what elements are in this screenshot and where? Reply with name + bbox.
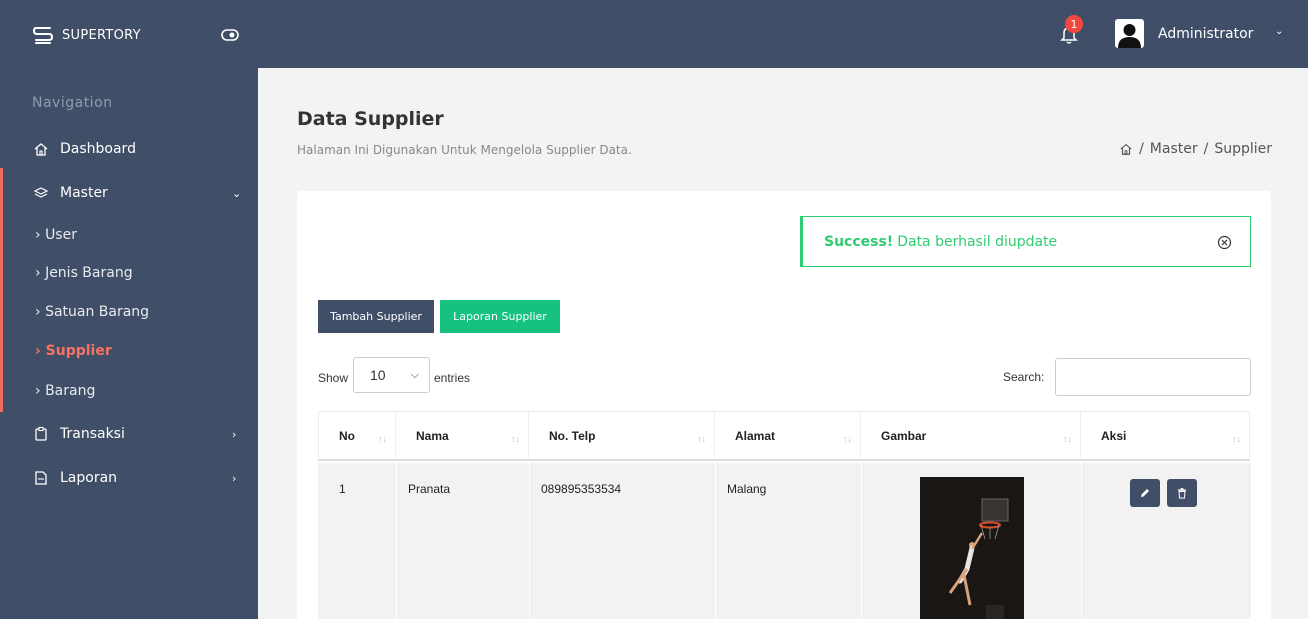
sidebar-subitem-supplier[interactable]: › Supplier: [35, 343, 112, 359]
sidebar-item-label: Dashboard: [60, 141, 136, 157]
column-header-label: Aksi: [1101, 429, 1127, 443]
cell-nama: Pranata: [408, 482, 451, 496]
column-header-label: No. Telp: [549, 429, 596, 443]
column-header-nama[interactable]: Nama ↑↓: [396, 412, 529, 461]
delete-button[interactable]: [1167, 479, 1197, 507]
nav-section-title: Navigation: [32, 95, 113, 111]
page-subtitle: Halaman Ini Digunakan Untuk Mengelola Su…: [297, 143, 632, 157]
sidebar-group-master: Master ⌄ › User › Jenis Barang › Satuan …: [0, 168, 258, 412]
avatar[interactable]: [1115, 19, 1144, 48]
file-icon: [35, 471, 47, 485]
clipboard-icon: [35, 426, 47, 441]
breadcrumb-separator: /: [1139, 141, 1144, 157]
sidebar-item-label: Transaksi: [60, 426, 125, 442]
chevron-down-icon: ⌄: [232, 186, 242, 200]
search-input[interactable]: [1055, 358, 1251, 396]
entries-label: entries: [434, 371, 471, 385]
sidebar-subitem-label: Jenis Barang: [45, 265, 133, 281]
brand-logo-icon: [32, 27, 54, 44]
chevron-right-icon: ›: [232, 471, 237, 485]
trash-icon: [1178, 488, 1186, 499]
sidebar-subitem-label: User: [45, 227, 77, 243]
basketball-photo-icon: [920, 477, 1024, 619]
edit-button[interactable]: [1130, 479, 1160, 507]
sidebar-toggle-icon[interactable]: [221, 29, 239, 41]
column-divider: [1081, 463, 1082, 619]
sidebar-item-laporan[interactable]: Laporan ›: [0, 458, 258, 498]
sidebar-subitem-barang[interactable]: › Barang: [35, 383, 95, 399]
sidebar-subitem-satuan-barang[interactable]: › Satuan Barang: [35, 304, 149, 320]
column-header-no[interactable]: No ↑↓: [319, 412, 396, 461]
alert-message: Data berhasil diupdate: [897, 233, 1058, 250]
show-label: Show: [318, 371, 349, 385]
page-title: Data Supplier: [297, 108, 444, 130]
brand-name: SUPERTORY: [62, 27, 141, 43]
sort-icon: ↑↓: [843, 434, 852, 444]
entries-select[interactable]: 10 ⌵: [353, 357, 430, 393]
entries-value: 10: [370, 367, 386, 383]
cell-alamat: Malang: [727, 482, 767, 496]
top-navbar: SUPERTORY 1 Administrator ⌄: [0, 0, 1308, 68]
breadcrumb: / Master / Supplier: [1119, 141, 1272, 157]
column-header-label: Alamat: [735, 429, 776, 443]
table-row: [319, 463, 1251, 619]
sidebar-item-transaksi[interactable]: Transaksi ›: [0, 414, 258, 454]
home-icon[interactable]: [1119, 142, 1133, 156]
sidebar: Navigation Dashboard Master ⌄ › User › J…: [0, 68, 258, 619]
user-name[interactable]: Administrator: [1158, 26, 1253, 42]
breadcrumb-item-master[interactable]: Master: [1150, 141, 1198, 157]
sidebar-item-label: Laporan: [60, 470, 118, 486]
sidebar-item-master[interactable]: Master ⌄: [0, 173, 258, 213]
column-header-telp[interactable]: No. Telp ↑↓: [529, 412, 715, 461]
alert-strong: Success!: [824, 233, 894, 250]
sort-icon: ↑↓: [697, 434, 706, 444]
sidebar-item-label: Master: [60, 185, 108, 201]
column-divider: [715, 463, 716, 619]
sidebar-subitem-label: Supplier: [45, 343, 112, 359]
chevron-down-icon[interactable]: ⌄: [1275, 26, 1283, 37]
search-label: Search:: [1003, 370, 1045, 384]
close-icon[interactable]: [1217, 235, 1232, 250]
column-divider: [529, 463, 530, 619]
cell-telp: 089895353534: [541, 482, 622, 496]
column-divider: [396, 463, 397, 619]
sidebar-subitem-jenis-barang[interactable]: › Jenis Barang: [35, 265, 133, 281]
cell-no: 1: [339, 482, 346, 496]
brand[interactable]: SUPERTORY: [32, 24, 141, 46]
column-header-aksi[interactable]: Aksi ↑↓: [1081, 412, 1249, 461]
layers-icon: [33, 187, 49, 198]
pencil-icon: [1141, 489, 1149, 497]
supplier-image: [920, 477, 1024, 619]
sort-icon: ↑↓: [1232, 434, 1241, 444]
success-alert: Success! Data berhasil diupdate: [800, 216, 1251, 267]
column-header-gambar[interactable]: Gambar ↑↓: [861, 412, 1081, 461]
sidebar-subitem-label: Barang: [45, 383, 96, 399]
sidebar-item-dashboard[interactable]: Dashboard: [0, 129, 258, 169]
notification-badge: 1: [1065, 15, 1083, 33]
sidebar-subitem-label: Satuan Barang: [45, 304, 150, 320]
column-header-alamat[interactable]: Alamat ↑↓: [715, 412, 861, 461]
home-icon: [34, 143, 48, 156]
column-header-label: Nama: [416, 429, 449, 443]
user-avatar-icon: [1118, 24, 1141, 48]
column-header-label: Gambar: [881, 429, 927, 443]
supplier-table: No ↑↓ Nama ↑↓ No. Telp ↑↓ Alamat ↑↓ Gambar ↑↓…: [318, 411, 1251, 619]
add-supplier-button[interactable]: Tambah Supplier: [318, 300, 434, 333]
column-divider: [861, 463, 862, 619]
breadcrumb-item-supplier: Supplier: [1214, 141, 1272, 157]
sort-icon: ↑↓: [1063, 434, 1072, 444]
sort-icon: ↑↓: [511, 434, 520, 444]
sort-icon: ↑↓: [378, 434, 387, 444]
column-header-label: No: [339, 429, 355, 443]
content-card: Success! Data berhasil diupdate Tambah S…: [297, 191, 1271, 619]
sidebar-subitem-user[interactable]: › User: [35, 227, 77, 243]
breadcrumb-separator: /: [1203, 141, 1209, 157]
supplier-report-button[interactable]: Laporan Supplier: [440, 300, 560, 333]
chevron-right-icon: ›: [232, 427, 237, 441]
chevron-down-icon: ⌵: [410, 368, 419, 381]
